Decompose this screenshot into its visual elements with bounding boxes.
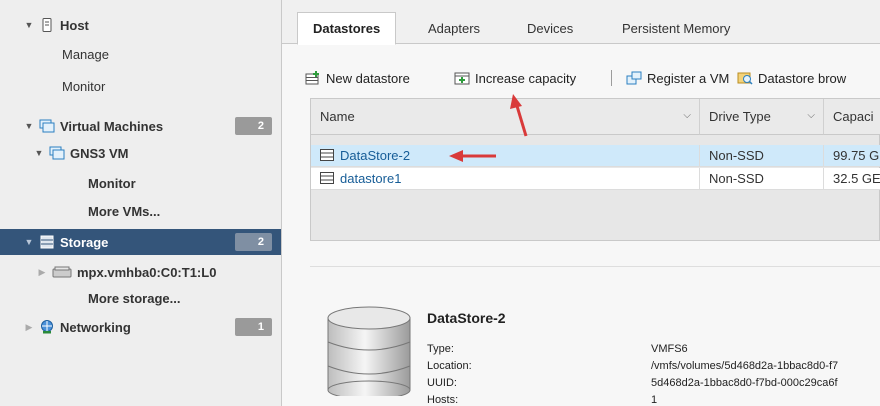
nav-more-vms-label: More VMs... (88, 203, 161, 219)
vm-count-badge: 2 (235, 117, 272, 135)
datastore-name-cell[interactable]: DataStore-2 (311, 145, 700, 167)
nav-host-manage[interactable]: Manage (0, 43, 281, 65)
datastore-title: DataStore-2 (427, 310, 506, 326)
virtual-machines-icon (39, 119, 55, 133)
nav-device-label: mpx.vmhba0:C0:T1:L0 (77, 264, 217, 280)
datastores-table: Name ⌵ Drive Type ⌵ Capaci DataStore-2 N… (310, 98, 880, 241)
nav-more-storage[interactable]: More storage... (0, 287, 281, 309)
increase-capacity-button[interactable]: Increase capacity (454, 68, 576, 88)
new-datastore-button[interactable]: New datastore (305, 68, 410, 88)
datastore-name-cell[interactable]: datastore1 (311, 168, 700, 190)
register-vm-button[interactable]: Register a VM (626, 68, 729, 88)
nav-storage-label: Storage (60, 234, 109, 250)
main-panel: Datastores Adapters Devices Persistent M… (282, 0, 880, 406)
new-datastore-label: New datastore (326, 70, 410, 86)
nav-storage-device[interactable]: ▶ mpx.vmhba0:C0:T1:L0 (0, 261, 281, 283)
nav-networking[interactable]: ▶ Networking 1 (0, 316, 281, 338)
capacity-cell: 32.5 GE (833, 171, 880, 186)
storage-count-badge: 2 (235, 233, 272, 251)
register-vm-icon (626, 71, 642, 85)
datastore-icon (320, 149, 334, 161)
nav-gns3-monitor[interactable]: Monitor (0, 172, 281, 194)
datastore-name: DataStore-2 (340, 148, 411, 163)
detail-label-type: Type: (427, 343, 454, 355)
chevron-down-icon[interactable]: ▼ (34, 148, 44, 158)
toolbar-separator (611, 70, 612, 86)
nav-more-storage-label: More storage... (88, 290, 181, 306)
chevron-down-icon[interactable]: ▼ (24, 237, 34, 247)
section-divider (310, 266, 880, 267)
register-vm-label: Register a VM (647, 70, 730, 86)
tab-datastores[interactable]: Datastores (297, 12, 397, 45)
nav-monitor-label: Monitor (62, 78, 106, 94)
network-count-badge: 1 (235, 318, 272, 336)
chevron-right-icon[interactable]: ▶ (37, 267, 47, 278)
detail-value-hosts: 1 (651, 394, 658, 406)
datastore-browser-icon (737, 72, 753, 85)
detail-label-uuid: UUID: (427, 377, 457, 389)
nav-host-monitor[interactable]: Monitor (0, 75, 281, 97)
nav-gns3-label: GNS3 VM (70, 145, 129, 161)
networking-icon (41, 320, 53, 334)
chevron-down-icon[interactable]: ⌵ (807, 110, 815, 121)
vm-icon (49, 146, 65, 160)
chevron-down-icon[interactable]: ▼ (24, 20, 34, 30)
nav-virtual-machines[interactable]: ▼ Virtual Machines 2 (0, 115, 281, 137)
column-header-drive-type[interactable]: Drive Type ⌵ (700, 99, 824, 135)
host-icon (42, 18, 52, 32)
tab-devices[interactable]: Devices (527, 14, 573, 44)
datastore-icon (320, 172, 334, 184)
nav-gns3-vm[interactable]: ▼ GNS3 VM (0, 142, 281, 164)
nav-more-vms[interactable]: More VMs... (0, 200, 281, 222)
disk-icon (52, 266, 72, 278)
storage-icon (40, 235, 54, 249)
detail-value-type: VMFS6 (651, 343, 688, 355)
datastore-details: DataStore-2 Type: VMFS6 Location: /vmfs/… (282, 270, 880, 406)
nav-storage[interactable]: ▼ Storage 2 (0, 229, 281, 255)
column-name-label: Name (320, 109, 355, 124)
nav-networking-label: Networking (60, 319, 131, 335)
datastore-browser-label: Datastore brow (758, 70, 847, 86)
table-row[interactable]: datastore1 Non-SSD 32.5 GE (311, 168, 880, 190)
database-icon (327, 306, 411, 396)
capacity-cell: 99.75 G (833, 148, 880, 163)
chevron-down-icon[interactable]: ⌵ (683, 110, 691, 121)
detail-value-location: /vmfs/volumes/5d468d2a-1bbac8d0-f7 (651, 360, 839, 372)
drive-type-cell: Non-SSD (700, 145, 824, 167)
chevron-right-icon[interactable]: ▶ (24, 322, 34, 333)
column-drive-type-label: Drive Type (709, 109, 771, 124)
tab-persistent-memory[interactable]: Persistent Memory (622, 14, 730, 44)
table-row[interactable]: DataStore-2 Non-SSD 99.75 G (311, 145, 880, 167)
drive-type-cell: Non-SSD (700, 168, 824, 190)
nav-host-label: Host (60, 17, 89, 33)
increase-capacity-icon (454, 72, 470, 85)
column-capacity-label: Capaci (833, 109, 874, 124)
tab-adapters[interactable]: Adapters (428, 14, 480, 44)
column-header-name[interactable]: Name ⌵ (311, 99, 700, 135)
datastore-name: datastore1 (340, 171, 402, 186)
detail-value-uuid: 5d468d2a-1bbac8d0-f7bd-000c29ca6f (651, 377, 838, 389)
detail-label-location: Location: (427, 360, 472, 372)
detail-label-hosts: Hosts: (427, 394, 459, 406)
navigator-sidebar: ▼ Host Manage Monitor ▼ Virtual Machines… (0, 0, 282, 406)
nav-manage-label: Manage (62, 46, 109, 62)
nav-vms-label: Virtual Machines (60, 118, 164, 134)
toolbar: New datastore Increase capacity Register… (282, 64, 880, 92)
tab-bar: Datastores Adapters Devices Persistent M… (282, 0, 880, 45)
increase-capacity-label: Increase capacity (475, 70, 577, 86)
nav-gns3-monitor-label: Monitor (88, 175, 136, 191)
datastore-browser-button[interactable]: Datastore brow (737, 68, 846, 88)
nav-host[interactable]: ▼ Host (0, 14, 281, 36)
column-header-capacity[interactable]: Capaci (824, 99, 880, 135)
chevron-down-icon[interactable]: ▼ (24, 121, 34, 131)
new-datastore-icon (305, 71, 319, 85)
